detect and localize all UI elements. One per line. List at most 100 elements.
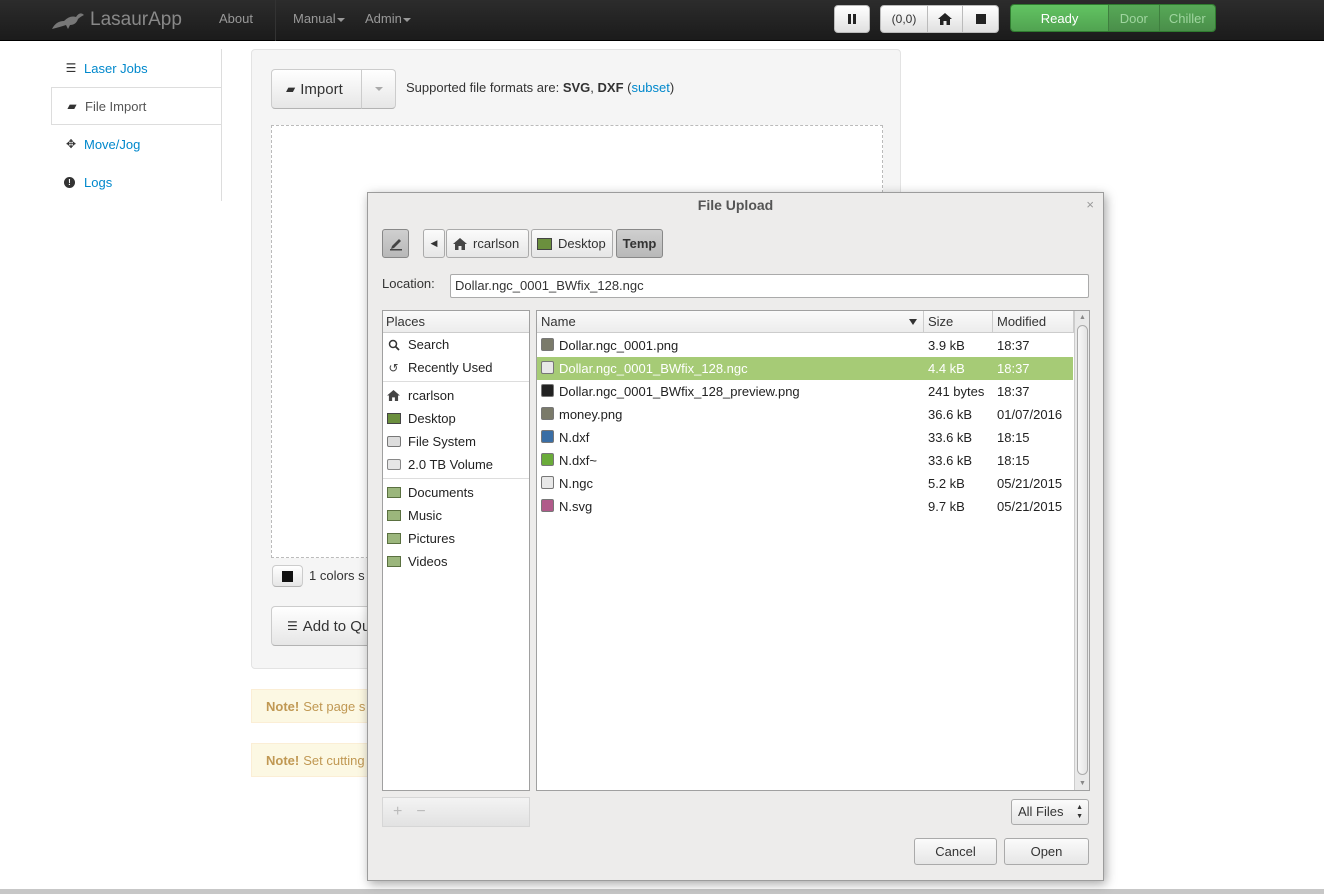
nav-about[interactable]: About <box>219 11 253 26</box>
place-label: Music <box>408 508 442 523</box>
text-file-icon <box>541 476 554 489</box>
file-row[interactable]: N.svg 9.7 kB 05/21/2015 <box>537 495 1073 518</box>
sidebar-item-label: Logs <box>84 174 113 190</box>
cancel-button[interactable]: Cancel <box>914 838 997 865</box>
file-size: 33.6 kB <box>928 430 973 445</box>
file-row[interactable]: N.dxf~ 33.6 kB 18:15 <box>537 449 1073 472</box>
column-header-name[interactable]: Name <box>537 311 924 333</box>
caret-down-icon <box>375 87 383 91</box>
color-toggle-button[interactable] <box>272 565 303 587</box>
file-size: 33.6 kB <box>928 453 973 468</box>
file-row[interactable]: N.dxf 33.6 kB 18:15 <box>537 426 1073 449</box>
type-location-toggle[interactable] <box>382 229 409 258</box>
import-dropdown-toggle[interactable] <box>361 69 396 109</box>
open-button[interactable]: Open <box>1004 838 1089 865</box>
file-name: N.dxf~ <box>559 453 597 468</box>
file-modified: 18:15 <box>997 453 1030 468</box>
place-volume[interactable]: 2.0 TB Volume <box>383 453 529 476</box>
places-buttons: + − <box>382 797 530 827</box>
nav-admin[interactable]: Admin <box>365 11 411 26</box>
format-separator: , <box>590 80 594 95</box>
path-back-button[interactable]: ◀ <box>423 229 445 258</box>
home-icon <box>386 389 401 402</box>
sort-down-icon <box>909 319 917 325</box>
place-rcarlson[interactable]: rcarlson <box>383 384 529 407</box>
scrollbar[interactable]: ▲ ▼ <box>1074 311 1089 790</box>
file-row[interactable]: Dollar.ngc_0001_BWfix_128_preview.png 241… <box>537 380 1073 403</box>
file-row[interactable]: money.png 36.6 kB 01/07/2016 <box>537 403 1073 426</box>
file-size: 241 bytes <box>928 384 985 399</box>
file-row[interactable]: Dollar.ngc_0001.png 3.9 kB 18:37 <box>537 334 1073 357</box>
location-input[interactable]: Dollar.ngc_0001_BWfix_128.ngc <box>450 274 1089 298</box>
subset-link[interactable]: subset <box>632 80 670 95</box>
sidebar-item-laser-jobs[interactable]: ☰ Laser Jobs <box>51 49 222 87</box>
home-button[interactable] <box>927 5 963 33</box>
column-header-modified[interactable]: Modified <box>993 311 1074 333</box>
place-videos[interactable]: Videos <box>383 550 529 573</box>
add-queue-label: Add to Qu <box>302 617 371 635</box>
place-label: File System <box>408 434 476 449</box>
sidebar-item-logs[interactable]: ! Logs <box>51 163 222 201</box>
file-modified: 05/21/2015 <box>997 476 1063 491</box>
brand[interactable]: LasaurApp <box>50 6 182 34</box>
place-music[interactable]: Music <box>383 504 529 527</box>
column-label: Name <box>541 314 576 329</box>
origin-button[interactable]: (0,0) <box>880 5 928 33</box>
folder-open-icon: ▰ <box>286 82 296 96</box>
scroll-thumb[interactable] <box>1077 325 1088 775</box>
nav-manual[interactable]: Manual <box>293 11 345 26</box>
remove-place-button[interactable]: − <box>416 803 425 821</box>
folder-open-icon: ▰ <box>67 99 77 113</box>
image-icon <box>541 407 554 420</box>
status-ready: Ready <box>1011 5 1109 31</box>
note-label: Note! <box>266 698 300 714</box>
places-header[interactable]: Places <box>383 311 529 333</box>
pause-button[interactable] <box>834 5 870 33</box>
file-type-filter[interactable]: All Files ▲ ▼ <box>1011 799 1089 825</box>
subset-close-paren: ) <box>669 80 675 95</box>
stop-button[interactable] <box>962 5 999 33</box>
places-separator <box>383 381 529 382</box>
dinosaur-logo-icon <box>52 13 84 29</box>
place-desktop[interactable]: Desktop <box>383 407 529 430</box>
format-svg: SVG <box>562 80 591 95</box>
scroll-down-icon[interactable]: ▼ <box>1079 780 1086 787</box>
file-size: 36.6 kB <box>928 407 973 422</box>
home-icon <box>453 237 467 250</box>
places-separator <box>383 478 529 479</box>
column-header-size[interactable]: Size <box>924 311 993 333</box>
place-search[interactable]: Search <box>383 333 529 356</box>
file-row[interactable]: N.ngc 5.2 kB 05/21/2015 <box>537 472 1073 495</box>
folder-icon <box>386 532 401 545</box>
place-label: rcarlson <box>408 388 455 403</box>
path-desktop[interactable]: Desktop <box>531 229 613 258</box>
file-size: 5.2 kB <box>928 476 965 491</box>
search-icon <box>386 338 401 351</box>
place-recently-used[interactable]: ↺ Recently Used <box>383 356 529 379</box>
recent-icon: ↺ <box>388 360 399 375</box>
file-row[interactable]: Dollar.ngc_0001_BWfix_128.ngc 4.4 kB 18:37 <box>537 357 1073 380</box>
path-temp[interactable]: Temp <box>616 229 663 258</box>
drive-icon <box>386 435 401 448</box>
import-button[interactable]: ▰ Import <box>271 69 362 109</box>
caret-down-icon <box>402 17 411 22</box>
file-modified: 18:37 <box>997 361 1030 376</box>
sidebar-item-move-jog[interactable]: ✥ Move/Jog <box>51 125 222 163</box>
close-icon[interactable]: × <box>1086 197 1094 212</box>
text-file-icon <box>541 361 554 374</box>
status-indicators: Ready Door Chiller <box>1010 4 1216 32</box>
sidebar-item-file-import[interactable]: ▰ File Import <box>51 87 222 125</box>
path-label: Desktop <box>558 236 606 251</box>
place-label: Search <box>408 337 450 352</box>
place-documents[interactable]: Documents <box>383 481 529 504</box>
place-file-system[interactable]: File System <box>383 430 529 453</box>
sidebar-item-label: Laser Jobs <box>84 60 148 76</box>
updown-icon: ▲ ▼ <box>1076 804 1083 820</box>
folder-icon <box>386 555 401 568</box>
place-pictures[interactable]: Pictures <box>383 527 529 550</box>
path-rcarlson[interactable]: rcarlson <box>446 229 529 258</box>
add-place-button[interactable]: + <box>393 803 402 821</box>
scroll-up-icon[interactable]: ▲ <box>1079 314 1086 321</box>
caret-down-icon <box>336 17 345 22</box>
file-modified: 18:37 <box>997 338 1030 353</box>
